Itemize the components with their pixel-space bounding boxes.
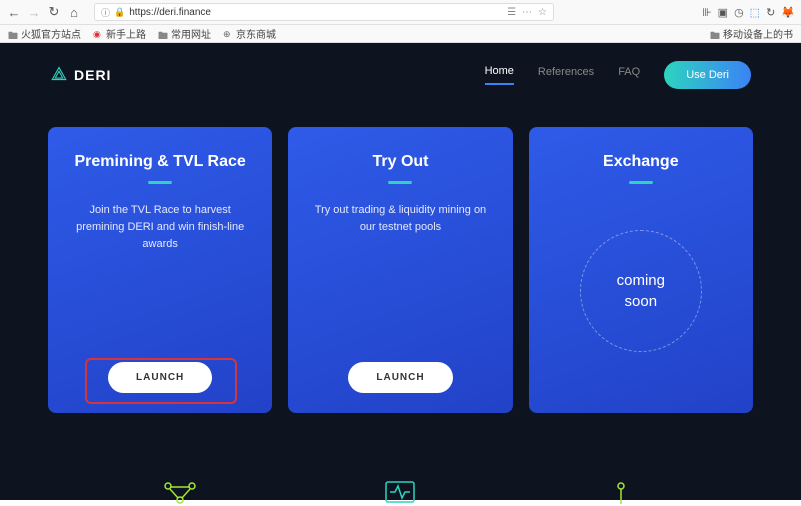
accent-bar (629, 181, 653, 184)
card-exchange: Exchange coming soon (529, 127, 753, 413)
card-description: Join the TVL Race to harvest premining D… (66, 202, 254, 253)
browser-toolbar: ← → ↻ ⌂ ⓘ 🔒 https://deri.finance ☰ ⋯ ☆ ⊪… (0, 0, 801, 25)
back-button[interactable]: ← (6, 4, 22, 20)
node-icon (601, 476, 641, 506)
reload-button[interactable]: ↻ (46, 4, 62, 20)
bookmark-label: 火狐官方站点 (21, 26, 81, 41)
main-nav: Home References FAQ Use Deri (485, 61, 751, 89)
bookmark-firefox[interactable]: 🖿火狐官方站点 (8, 26, 81, 41)
coming-line-2: soon (625, 291, 658, 312)
bookmark-jd[interactable]: ⊕京东商城 (223, 26, 276, 41)
card-tryout: Try Out Try out trading & liquidity mini… (288, 127, 512, 413)
ext-icon-2[interactable]: ↻ (766, 6, 775, 19)
nav-faq[interactable]: FAQ (618, 66, 640, 84)
info-icon: ⓘ (101, 6, 110, 19)
url-container: ⓘ 🔒 https://deri.finance ☰ ⋯ ☆ (94, 3, 690, 21)
card-title: Premining & TVL Race (75, 153, 246, 171)
bookmark-label: 新手上路 (106, 26, 146, 41)
nav-home[interactable]: Home (485, 65, 514, 85)
card-description: Try out trading & liquidity mining on ou… (306, 202, 494, 236)
use-deri-button[interactable]: Use Deri (664, 61, 751, 89)
bookmark-label: 常用网址 (171, 26, 211, 41)
lock-icon: 🔒 (114, 7, 125, 18)
bookmark-label: 京东商城 (236, 26, 276, 41)
sync-icon[interactable]: ◷ (734, 6, 744, 19)
toolbar-right: ⊪ ▣ ◷ ⬚ ↻ 🦊 (702, 6, 795, 19)
launch-button-premining[interactable]: LAUNCH (108, 362, 212, 393)
bookmark-label: 移动设备上的书 (723, 26, 793, 41)
bookmark-common[interactable]: 🖿常用网址 (158, 26, 211, 41)
accent-bar (388, 181, 412, 184)
coming-soon-circle: coming soon (580, 230, 702, 352)
home-button[interactable]: ⌂ (66, 4, 82, 20)
site-header: DERI Home References FAQ Use Deri (0, 55, 801, 95)
card-premining: Premining & TVL Race Join the TVL Race t… (48, 127, 272, 413)
url-actions: ☰ ⋯ ☆ (507, 7, 547, 18)
network-icon (160, 476, 200, 506)
nav-references[interactable]: References (538, 66, 594, 84)
accent-bar (148, 181, 172, 184)
reader-icon[interactable]: ☰ (507, 7, 516, 18)
page-content: DERI Home References FAQ Use Deri Premin… (0, 43, 801, 500)
ext-icon-fox[interactable]: 🦊 (781, 6, 795, 19)
address-bar[interactable]: ⓘ 🔒 https://deri.finance ☰ ⋯ ☆ (94, 3, 554, 21)
logo[interactable]: DERI (50, 66, 111, 84)
url-text: https://deri.finance (129, 7, 503, 18)
sidebar-icon[interactable]: ▣ (718, 6, 728, 19)
card-title: Exchange (603, 153, 679, 171)
ext-icon-1[interactable]: ⬚ (750, 6, 760, 19)
star-icon[interactable]: ☆ (538, 7, 547, 18)
card-title: Try Out (372, 153, 428, 171)
coming-line-1: coming (617, 270, 665, 291)
forward-button: → (26, 4, 42, 20)
bookmark-newbie[interactable]: ◉新手上路 (93, 26, 146, 41)
logo-icon (50, 66, 68, 84)
bookmark-mobile[interactable]: 🖿移动设备上的书 (710, 26, 793, 41)
library-icon[interactable]: ⊪ (702, 6, 712, 19)
cards-row: Premining & TVL Race Join the TVL Race t… (0, 95, 801, 413)
feature-icons-row (0, 476, 801, 506)
logo-text: DERI (74, 67, 111, 83)
bookmark-bar: 🖿火狐官方站点 ◉新手上路 🖿常用网址 ⊕京东商城 🖿移动设备上的书 (0, 25, 801, 43)
pulse-icon (380, 476, 420, 506)
more-icon[interactable]: ⋯ (522, 7, 532, 18)
launch-button-tryout[interactable]: LAUNCH (348, 362, 452, 393)
